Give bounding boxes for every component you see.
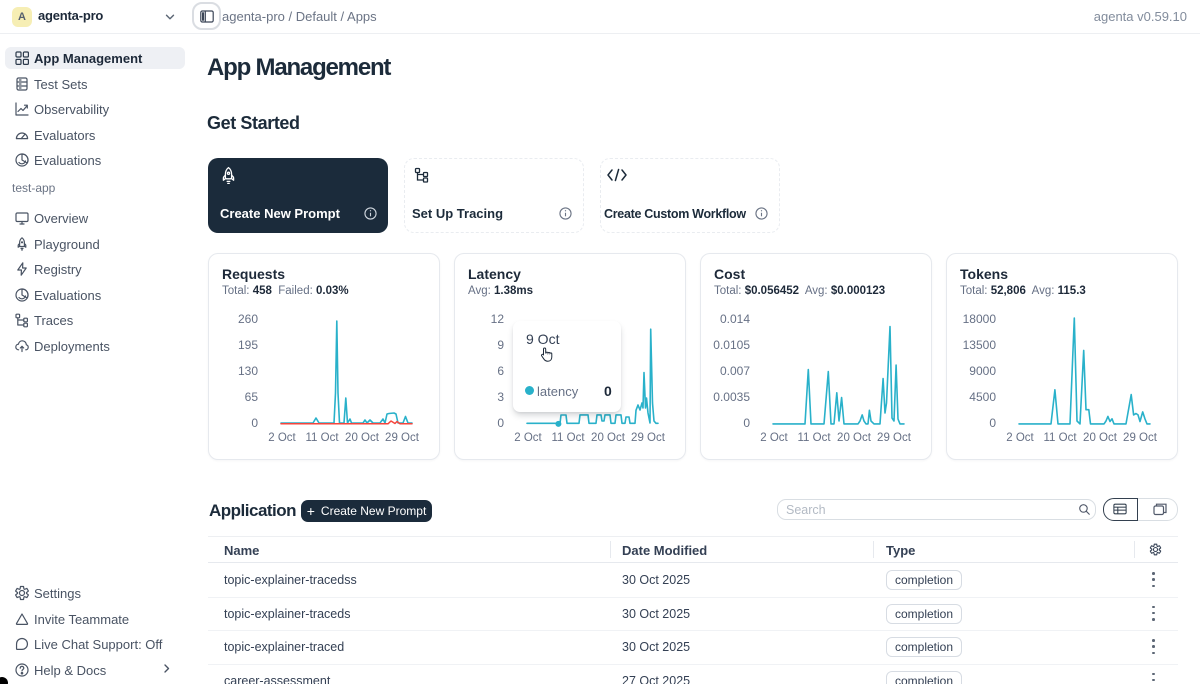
svg-text:20 Oct: 20 Oct bbox=[591, 432, 626, 444]
svg-text:0.0105: 0.0105 bbox=[713, 338, 750, 352]
svg-text:20 Oct: 20 Oct bbox=[345, 432, 380, 444]
svg-text:0.0035: 0.0035 bbox=[713, 390, 750, 404]
svg-text:0: 0 bbox=[497, 416, 504, 430]
svg-text:6: 6 bbox=[497, 364, 504, 378]
svg-text:29 Oct: 29 Oct bbox=[385, 432, 420, 444]
svg-text:20 Oct: 20 Oct bbox=[837, 432, 872, 444]
svg-text:9: 9 bbox=[497, 338, 504, 352]
svg-text:0.014: 0.014 bbox=[720, 312, 750, 326]
svg-text:3: 3 bbox=[497, 390, 504, 404]
svg-text:13500: 13500 bbox=[963, 338, 997, 352]
svg-text:12: 12 bbox=[491, 312, 505, 326]
svg-text:9000: 9000 bbox=[969, 364, 996, 378]
svg-text:11 Oct: 11 Oct bbox=[1043, 432, 1077, 444]
svg-text:29 Oct: 29 Oct bbox=[1123, 432, 1158, 444]
svg-text:20 Oct: 20 Oct bbox=[1083, 432, 1118, 444]
svg-text:260: 260 bbox=[238, 312, 258, 326]
svg-text:2 Oct: 2 Oct bbox=[514, 432, 542, 444]
svg-text:11 Oct: 11 Oct bbox=[305, 432, 339, 444]
svg-text:0: 0 bbox=[743, 416, 750, 430]
svg-text:11 Oct: 11 Oct bbox=[551, 432, 585, 444]
svg-text:195: 195 bbox=[238, 338, 258, 352]
svg-text:2 Oct: 2 Oct bbox=[760, 432, 788, 444]
svg-text:0: 0 bbox=[989, 416, 996, 430]
svg-text:11 Oct: 11 Oct bbox=[797, 432, 831, 444]
svg-text:65: 65 bbox=[245, 390, 259, 404]
svg-text:2 Oct: 2 Oct bbox=[268, 432, 296, 444]
svg-text:0: 0 bbox=[251, 416, 258, 430]
svg-text:18000: 18000 bbox=[963, 312, 997, 326]
svg-text:29 Oct: 29 Oct bbox=[631, 432, 666, 444]
svg-text:29 Oct: 29 Oct bbox=[877, 432, 912, 444]
svg-text:0.007: 0.007 bbox=[720, 364, 750, 378]
svg-text:2 Oct: 2 Oct bbox=[1006, 432, 1034, 444]
svg-text:130: 130 bbox=[238, 364, 258, 378]
svg-text:4500: 4500 bbox=[969, 390, 996, 404]
